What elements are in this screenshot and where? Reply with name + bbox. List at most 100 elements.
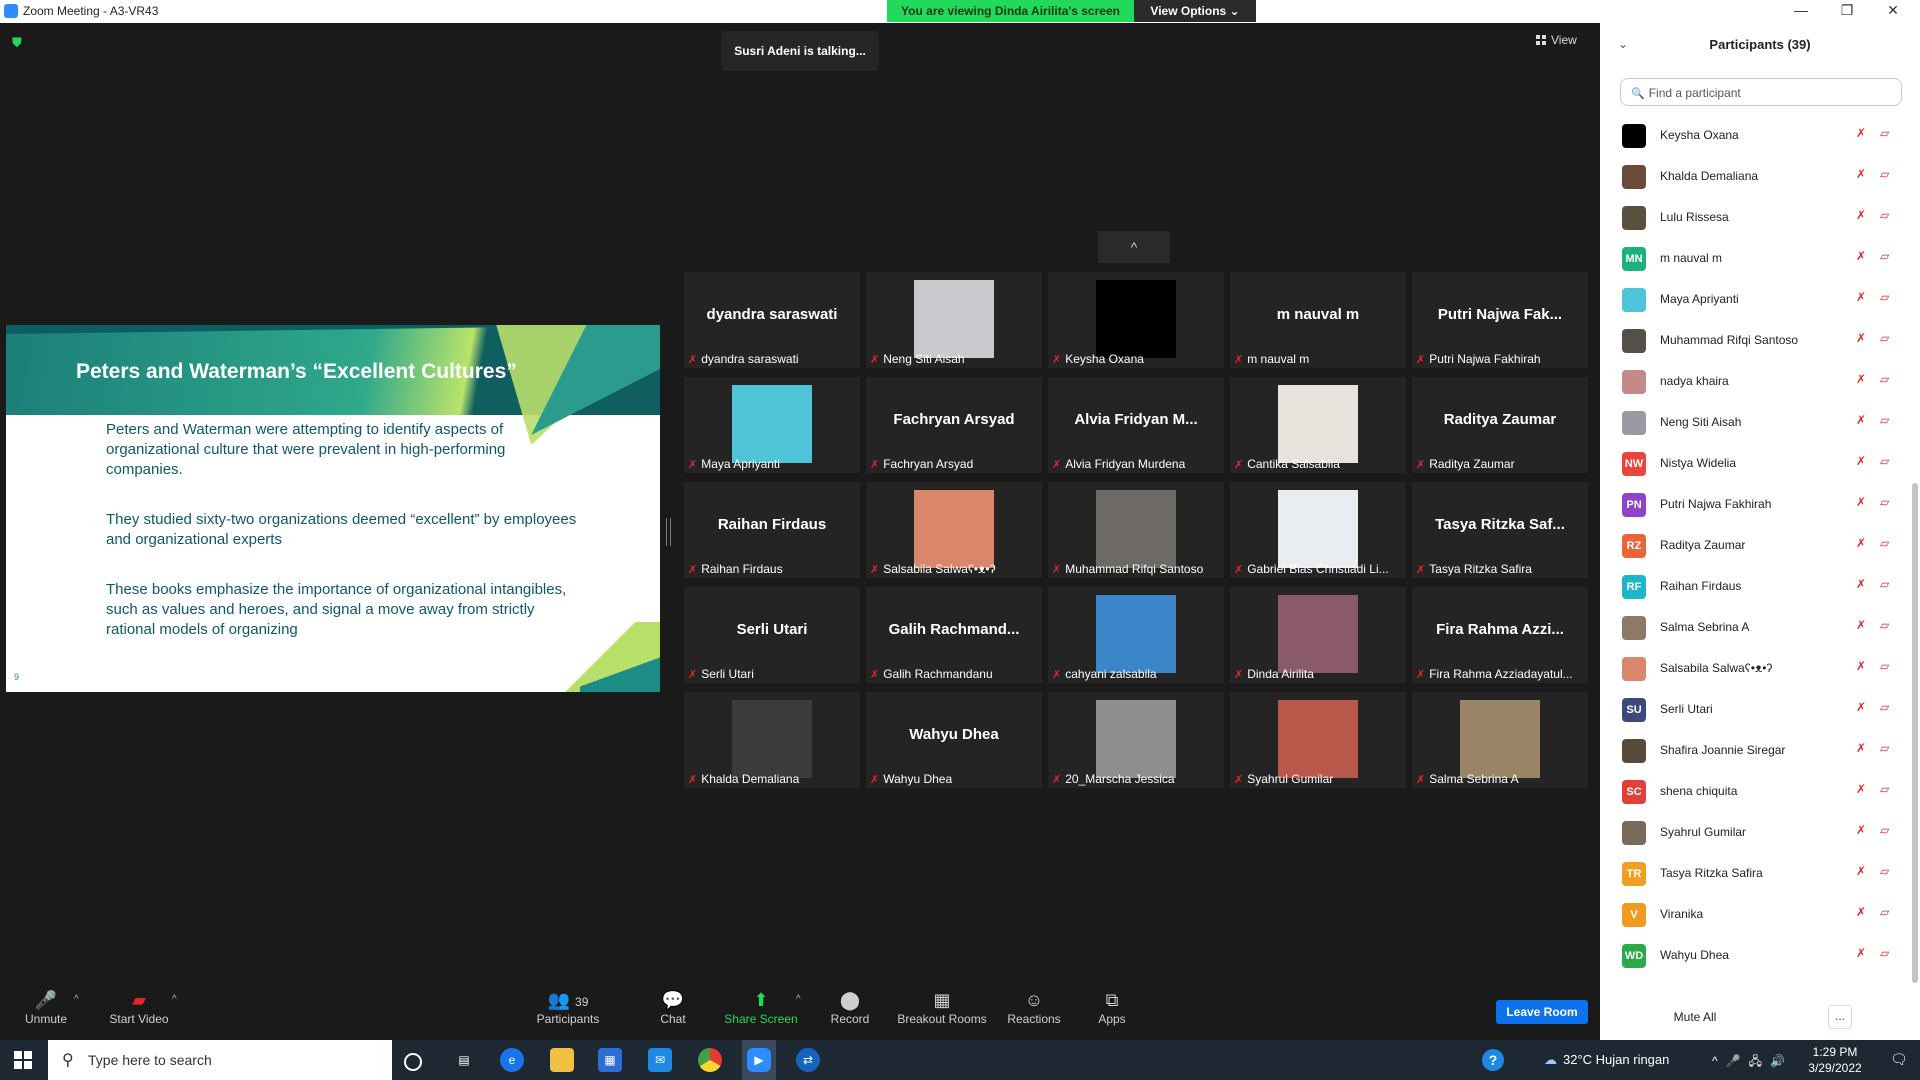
video-off-icon[interactable]: ▱ [1880, 659, 1889, 673]
video-off-icon[interactable]: ▱ [1880, 905, 1889, 919]
video-off-icon[interactable]: ▱ [1880, 577, 1889, 591]
view-options-button[interactable]: View Options ⌄ [1134, 0, 1256, 22]
mic-muted-icon[interactable]: ✗ [1856, 208, 1866, 222]
apps-button[interactable]: ⧉ Apps [1096, 988, 1128, 1026]
video-off-icon[interactable]: ▱ [1880, 823, 1889, 837]
participant-row[interactable]: MN m nauval m ✗ ▱ [1600, 238, 1906, 279]
mic-muted-icon[interactable]: ✗ [1856, 413, 1866, 427]
participant-row[interactable]: Muhammad Rifqi Santoso ✗ ▱ [1600, 320, 1906, 361]
weather-widget[interactable]: ☁ 32°C Hujan ringan [1544, 1052, 1669, 1068]
mic-muted-icon[interactable]: ✗ [1856, 536, 1866, 550]
mic-muted-icon[interactable]: ✗ [1856, 290, 1866, 304]
video-tile[interactable]: ✗ Gabriel Bias Christiadi Li... [1230, 482, 1406, 578]
video-off-icon[interactable]: ▱ [1880, 372, 1889, 386]
mic-muted-icon[interactable]: ✗ [1856, 905, 1866, 919]
mute-all-button[interactable]: Mute All [1660, 1005, 1730, 1029]
video-off-icon[interactable]: ▱ [1880, 536, 1889, 550]
close-button[interactable]: ✕ [1870, 2, 1916, 19]
video-tile[interactable]: ✗ Maya Apriyanti [684, 377, 860, 473]
video-tile[interactable]: ✗ Salsabila Salwaʕ•ᴥ•ʔ [866, 482, 1042, 578]
video-tile[interactable]: ✗ Salma Sebrina A [1412, 692, 1588, 788]
mic-muted-icon[interactable]: ✗ [1856, 249, 1866, 263]
more-options-button[interactable]: ... [1828, 1005, 1852, 1029]
mic-muted-icon[interactable]: ✗ [1856, 782, 1866, 796]
mic-muted-icon[interactable]: ✗ [1856, 618, 1866, 632]
video-off-icon[interactable]: ▱ [1880, 782, 1889, 796]
teamviewer-icon[interactable]: ⇄ [796, 1048, 820, 1072]
participant-row[interactable]: Lulu Rissesa ✗ ▱ [1600, 197, 1906, 238]
mic-muted-icon[interactable]: ✗ [1856, 700, 1866, 714]
video-tile[interactable]: dyandra saraswati ✗ dyandra saraswati [684, 272, 860, 368]
breakout-rooms-button[interactable]: ▦ Breakout Rooms [896, 988, 988, 1026]
video-off-icon[interactable]: ▱ [1880, 331, 1889, 345]
mic-muted-icon[interactable]: ✗ [1856, 741, 1866, 755]
unmute-button[interactable]: 🎤 Unmute [20, 988, 72, 1026]
mail-icon[interactable]: ✉ [648, 1048, 672, 1072]
video-tile[interactable]: ✗ Syahrul Gumilar [1230, 692, 1406, 788]
video-tile[interactable]: ✗ Cantika Salsabila [1230, 377, 1406, 473]
participant-row[interactable]: Syahrul Gumilar ✗ ▱ [1600, 812, 1906, 853]
gallery-page-up-button[interactable]: ^ [1098, 231, 1170, 263]
participant-row[interactable]: Salsabila Salwaʕ•ᴥ•ʔ ✗ ▱ [1600, 648, 1906, 689]
participant-row[interactable]: Keysha Oxana ✗ ▱ [1600, 115, 1906, 156]
video-tile[interactable]: Raditya Zaumar ✗ Raditya Zaumar [1412, 377, 1588, 473]
participant-row[interactable]: Neng Siti Aisah ✗ ▱ [1600, 402, 1906, 443]
share-options-caret[interactable]: ^ [796, 994, 801, 1005]
start-video-button[interactable]: ▰ Start Video [104, 988, 174, 1026]
participant-row[interactable]: TR Tasya Ritzka Safira ✗ ▱ [1600, 853, 1906, 894]
mic-muted-icon[interactable]: ✗ [1856, 495, 1866, 509]
mic-muted-icon[interactable]: ✗ [1856, 946, 1866, 960]
video-off-icon[interactable]: ▱ [1880, 864, 1889, 878]
video-tile[interactable]: Fira Rahma Azzi... ✗ Fira Rahma Azziadayat… [1412, 587, 1588, 683]
video-tile[interactable]: Fachryan Arsyad ✗ Fachryan Arsyad [866, 377, 1042, 473]
participant-row[interactable]: Maya Apriyanti ✗ ▱ [1600, 279, 1906, 320]
participant-row[interactable]: V Viranika ✗ ▱ [1600, 894, 1906, 935]
video-off-icon[interactable]: ▱ [1880, 495, 1889, 509]
video-tile[interactable]: ✗ cahyani zalsabila [1048, 587, 1224, 683]
microsoft-store-icon[interactable]: ▦ [598, 1048, 622, 1072]
video-off-icon[interactable]: ▱ [1880, 126, 1889, 140]
video-tile[interactable]: ✗ Keysha Oxana [1048, 272, 1224, 368]
share-screen-button[interactable]: ⬆ Share Screen [722, 988, 800, 1026]
task-view-icon[interactable]: ▤ [452, 1048, 476, 1072]
windows-start-icon[interactable] [14, 1051, 32, 1069]
video-off-icon[interactable]: ▱ [1880, 454, 1889, 468]
edge-browser-icon[interactable]: e [500, 1048, 524, 1072]
video-off-icon[interactable]: ▱ [1880, 946, 1889, 960]
video-tile[interactable]: ✗ Dinda Airilita [1230, 587, 1406, 683]
video-tile[interactable]: ✗ 20_Marscha Jessica [1048, 692, 1224, 788]
zoom-taskbar-button[interactable]: ▶ [742, 1040, 776, 1080]
video-off-icon[interactable]: ▱ [1880, 290, 1889, 304]
minimize-button[interactable]: — [1778, 2, 1824, 18]
taskbar-clock[interactable]: 1:29 PM 3/29/2022 [1790, 1044, 1880, 1076]
system-tray-icons[interactable]: ^🎤🖧🔊 [1712, 1052, 1793, 1073]
video-tile[interactable]: Putri Najwa Fak... ✗ Putri Najwa Fakhirah [1412, 272, 1588, 368]
video-tile[interactable]: ✗ Muhammad Rifqi Santoso [1048, 482, 1224, 578]
participant-row[interactable]: Khalda Demaliana ✗ ▱ [1600, 156, 1906, 197]
notification-center-icon[interactable]: 🗨 [1890, 1051, 1908, 1068]
video-options-caret[interactable]: ^ [172, 994, 177, 1005]
participant-row[interactable]: SU Serli Utari ✗ ▱ [1600, 689, 1906, 730]
video-tile[interactable]: Serli Utari ✗ Serli Utari [684, 587, 860, 683]
participant-row[interactable]: PN Putri Najwa Fakhirah ✗ ▱ [1600, 484, 1906, 525]
participant-search-input[interactable]: 🔍 Find a participant [1620, 78, 1902, 106]
participant-row[interactable]: RZ Raditya Zaumar ✗ ▱ [1600, 525, 1906, 566]
video-off-icon[interactable]: ▱ [1880, 700, 1889, 714]
participant-row[interactable]: Salma Sebrina A ✗ ▱ [1600, 607, 1906, 648]
video-off-icon[interactable]: ▱ [1880, 741, 1889, 755]
mic-muted-icon[interactable]: ✗ [1856, 454, 1866, 468]
help-icon[interactable]: ? [1482, 1049, 1504, 1071]
video-off-icon[interactable]: ▱ [1880, 413, 1889, 427]
maximize-button[interactable]: ❐ [1824, 2, 1870, 19]
leave-room-button[interactable]: Leave Room [1496, 1000, 1588, 1024]
participant-list-scrollbar[interactable] [1912, 483, 1918, 983]
video-tile[interactable]: m nauval m ✗ m nauval m [1230, 272, 1406, 368]
mic-muted-icon[interactable]: ✗ [1856, 372, 1866, 386]
video-tile[interactable]: ✗ Neng Siti Aisah [866, 272, 1042, 368]
mic-muted-icon[interactable]: ✗ [1856, 577, 1866, 591]
chat-button[interactable]: 💬 Chat [650, 988, 696, 1026]
reactions-button[interactable]: ☺ Reactions [1006, 988, 1062, 1026]
video-tile[interactable]: Galih Rachmand... ✗ Galih Rachmandanu [866, 587, 1042, 683]
participants-button[interactable]: 👥 39 Participants [530, 988, 606, 1026]
file-explorer-icon[interactable] [550, 1048, 574, 1072]
